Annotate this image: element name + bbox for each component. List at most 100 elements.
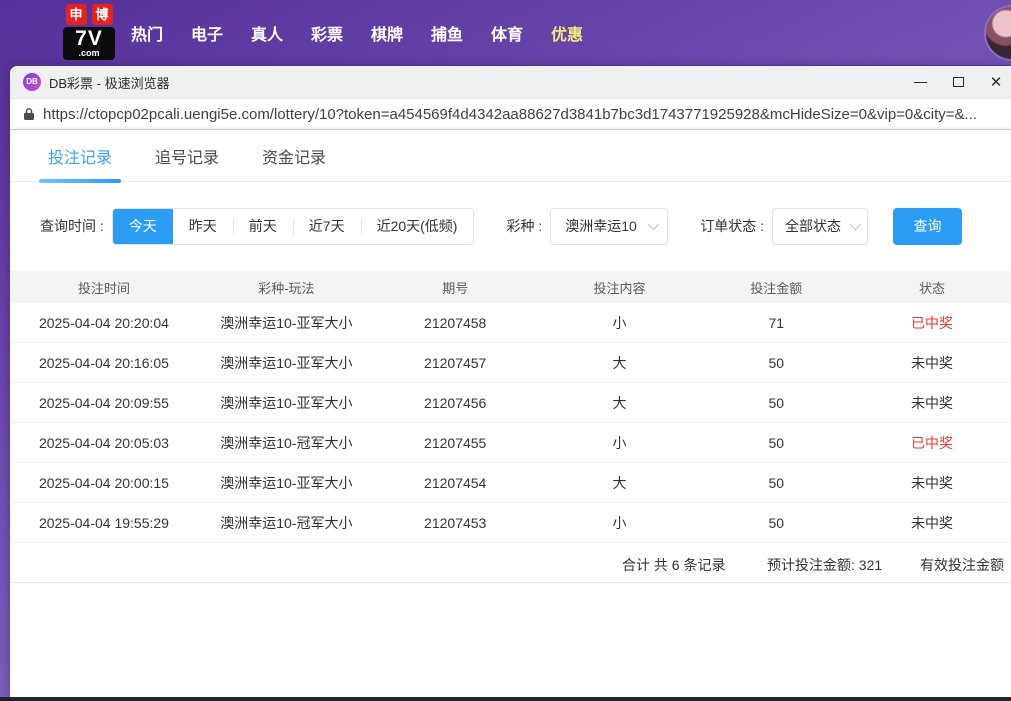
close-button[interactable]: ✕ xyxy=(977,66,1011,98)
cell-status: 未中奖 xyxy=(849,393,1011,413)
lottery-select[interactable]: 澳洲幸运10 xyxy=(550,208,668,245)
record-tabs: 投注记录 追号记录 资金记录 xyxy=(10,130,1011,182)
table-row: 2025-04-04 20:20:04澳洲幸运10-亚军大小21207458小7… xyxy=(10,303,1011,343)
table-row: 2025-04-04 19:55:29澳洲幸运10-冠军大小21207453小5… xyxy=(10,503,1011,543)
chevron-down-icon xyxy=(850,219,861,230)
cell-issue: 21207458 xyxy=(375,315,536,331)
column-header-2: 期号 xyxy=(375,278,536,297)
cell-issue: 21207457 xyxy=(375,355,536,371)
cell-content: 小 xyxy=(536,433,704,453)
cell-game: 澳洲幸运10-亚军大小 xyxy=(198,473,375,493)
cell-amount: 71 xyxy=(703,315,849,331)
cell-issue: 21207453 xyxy=(375,515,536,531)
cell-game: 澳洲幸运10-亚军大小 xyxy=(198,313,375,333)
cell-status: 已中奖 xyxy=(849,313,1011,333)
cell-time: 2025-04-04 20:16:05 xyxy=(10,355,198,371)
column-header-0: 投注时间 xyxy=(10,278,198,297)
window-controls: ✕ xyxy=(901,66,1011,98)
cell-content: 小 xyxy=(536,313,704,333)
cell-content: 大 xyxy=(536,473,704,493)
tab-2[interactable]: 资金记录 xyxy=(262,144,326,168)
cell-issue: 21207456 xyxy=(375,395,536,411)
nav-item-3[interactable]: 彩票 xyxy=(311,21,371,45)
time-option-4[interactable]: 近20天(低频) xyxy=(361,209,474,244)
maximize-icon xyxy=(953,77,964,87)
nav-item-5[interactable]: 捕鱼 xyxy=(431,21,491,45)
time-option-2[interactable]: 前天 xyxy=(233,209,293,244)
cell-content: 大 xyxy=(536,393,704,413)
cell-game: 澳洲幸运10-冠军大小 xyxy=(198,513,375,533)
cell-time: 2025-04-04 20:09:55 xyxy=(10,395,198,411)
table-header: 投注时间彩种-玩法期号投注内容投注金额状态 xyxy=(10,271,1011,303)
cell-game: 澳洲幸运10-亚军大小 xyxy=(198,393,375,413)
lottery-filter-label: 彩种 : xyxy=(506,216,542,236)
cell-status: 未中奖 xyxy=(849,353,1011,373)
time-filter-label: 查询时间 : xyxy=(40,216,104,236)
cell-time: 2025-04-04 20:00:15 xyxy=(10,475,198,491)
time-option-3[interactable]: 近7天 xyxy=(293,209,361,244)
table-row: 2025-04-04 20:00:15澳洲幸运10-亚军大小21207454大5… xyxy=(10,463,1011,503)
logo-seal-left: 申 xyxy=(66,4,87,25)
cell-status: 已中奖 xyxy=(849,433,1011,453)
nav-item-6[interactable]: 体育 xyxy=(491,21,551,45)
table-summary: 合计 共 6 条记录 预计投注金额: 321 有效投注金额 xyxy=(10,543,1011,583)
cell-game: 澳洲幸运10-亚军大小 xyxy=(198,353,375,373)
minimize-button[interactable] xyxy=(901,66,939,98)
cell-time: 2025-04-04 19:55:29 xyxy=(10,515,198,531)
logo-suffix-text: .com xyxy=(67,49,111,58)
minimize-icon xyxy=(914,82,927,83)
column-header-5: 状态 xyxy=(849,278,1011,297)
db-favicon-icon: DB xyxy=(23,73,41,91)
cell-status: 未中奖 xyxy=(849,473,1011,493)
cell-amount: 50 xyxy=(703,355,849,371)
cell-issue: 21207455 xyxy=(375,435,536,451)
table-row: 2025-04-04 20:05:03澳洲幸运10-冠军大小21207455小5… xyxy=(10,423,1011,463)
status-select[interactable]: 全部状态 xyxy=(772,208,868,245)
cell-amount: 50 xyxy=(703,515,849,531)
table-row: 2025-04-04 20:09:55澳洲幸运10-亚军大小21207456大5… xyxy=(10,383,1011,423)
lottery-select-value: 澳洲幸运10 xyxy=(565,216,637,236)
cell-status: 未中奖 xyxy=(849,513,1011,533)
nav-item-4[interactable]: 棋牌 xyxy=(371,21,431,45)
browser-titlebar[interactable]: DB DB彩票 - 极速浏览器 ✕ xyxy=(10,66,1011,99)
time-range-group: 今天昨天前天近7天近20天(低频) xyxy=(112,208,475,245)
filter-bar: 查询时间 : 今天昨天前天近7天近20天(低频) 彩种 : 澳洲幸运10 订单状… xyxy=(40,206,1011,246)
query-button[interactable]: 查询 xyxy=(893,208,962,245)
site-top-nav: 申 博 7V .com 热门电子真人彩票棋牌捕鱼体育优惠 xyxy=(0,0,1011,65)
table-body: 2025-04-04 20:20:04澳洲幸运10-亚军大小21207458小7… xyxy=(10,303,1011,543)
cell-content: 小 xyxy=(536,513,704,533)
logo-main-text: 7V xyxy=(67,28,111,49)
site-nav-items: 热门电子真人彩票棋牌捕鱼体育优惠 xyxy=(131,21,611,45)
nav-item-2[interactable]: 真人 xyxy=(251,21,311,45)
status-select-value: 全部状态 xyxy=(785,216,841,236)
browser-urlbar[interactable]: https://ctopcp02pcali.uengi5e.com/lotter… xyxy=(10,99,1011,130)
tab-0[interactable]: 投注记录 xyxy=(48,144,112,168)
avatar[interactable] xyxy=(986,7,1011,59)
cell-issue: 21207454 xyxy=(375,475,536,491)
cell-amount: 50 xyxy=(703,395,849,411)
lottery-page: 投注记录 追号记录 资金记录 查询时间 : 今天昨天前天近7天近20天(低频) 彩种… xyxy=(10,130,1011,697)
logo-plate: 7V .com xyxy=(63,27,115,60)
summary-expected-amount: 预计投注金额: 321 xyxy=(767,555,882,575)
column-header-3: 投注内容 xyxy=(536,278,704,297)
time-option-1[interactable]: 昨天 xyxy=(173,209,233,244)
table-row: 2025-04-04 20:16:05澳洲幸运10-亚军大小21207457大5… xyxy=(10,343,1011,383)
nav-item-0[interactable]: 热门 xyxy=(131,21,191,45)
nav-item-1[interactable]: 电子 xyxy=(191,21,251,45)
tab-1[interactable]: 追号记录 xyxy=(155,144,219,168)
address-url: https://ctopcp02pcali.uengi5e.com/lotter… xyxy=(43,106,977,123)
bottom-strip xyxy=(0,697,1011,701)
cell-time: 2025-04-04 20:20:04 xyxy=(10,315,198,331)
nav-item-7[interactable]: 优惠 xyxy=(551,21,611,45)
cell-amount: 50 xyxy=(703,475,849,491)
maximize-button[interactable] xyxy=(939,66,977,98)
logo-seal-right: 博 xyxy=(92,4,113,25)
cell-time: 2025-04-04 20:05:03 xyxy=(10,435,198,451)
summary-total: 合计 共 6 条记录 xyxy=(622,555,725,575)
close-icon: ✕ xyxy=(990,75,1003,90)
time-option-0[interactable]: 今天 xyxy=(113,209,173,244)
cell-content: 大 xyxy=(536,353,704,373)
site-logo[interactable]: 申 博 7V .com xyxy=(57,4,121,61)
lock-icon xyxy=(23,107,35,121)
column-header-1: 彩种-玩法 xyxy=(198,278,375,297)
